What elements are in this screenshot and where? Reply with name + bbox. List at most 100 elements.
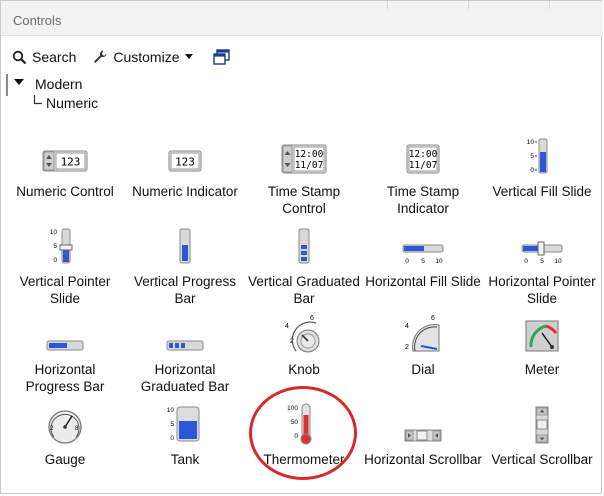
svg-text:0: 0 [530, 167, 534, 174]
palette-item-knob[interactable]: 2 4 6 Knob [245, 313, 363, 378]
meter-icon [525, 320, 559, 352]
svg-text:123: 123 [61, 156, 81, 169]
svg-text:5: 5 [170, 421, 174, 428]
tank-icon: 10 5 0 [167, 406, 200, 442]
horizontal-pointer-slide-icon: 0 5 10 [521, 241, 563, 265]
svg-text:10: 10 [554, 258, 562, 265]
svg-text:4: 4 [285, 323, 289, 330]
horizontal-scrollbar-icon [404, 429, 442, 442]
palette-item-vertical-graduated-bar[interactable]: Vertical Graduated Bar [245, 225, 363, 307]
svg-text:10: 10 [50, 229, 58, 236]
horizontal-fill-slide-icon: 0 5 10 [402, 244, 444, 265]
palette-item-label: Horizontal Graduated Bar [140, 362, 230, 394]
title-bar: Controls [1, 1, 603, 36]
palette-item-label: Thermometer [263, 452, 345, 467]
palette-item-vertical-scrollbar[interactable]: Vertical Scrollbar [483, 403, 601, 468]
knob-icon: 2 4 6 [285, 315, 320, 353]
svg-text:5: 5 [530, 153, 534, 160]
vertical-fill-slide-icon: 10 5 0 [527, 138, 548, 174]
time-stamp-control-icon: 12:00 11/07 [281, 144, 327, 174]
time-stamp-indicator-icon: 12:00 11/07 [406, 144, 440, 174]
palette-item-vertical-pointer-slide[interactable]: 10 5 0 Vertical Pointer Slide [6, 225, 124, 307]
customize-button[interactable]: Customize [86, 45, 198, 69]
palette-item-label: Time Stamp Control [267, 184, 341, 216]
svg-text:12:00: 12:00 [295, 149, 324, 160]
palette-item-dial[interactable]: 2 4 6 Dial [364, 313, 482, 378]
svg-text:5: 5 [421, 258, 425, 265]
numeric-control-icon: 123 [42, 150, 88, 172]
svg-text:6: 6 [310, 315, 314, 322]
palette-item-numeric-control[interactable]: 123 Numeric Control [6, 135, 124, 200]
vertical-graduated-bar-icon [298, 228, 310, 264]
svg-text:0: 0 [405, 258, 409, 265]
collapse-arrow-icon [14, 79, 24, 85]
svg-text:10: 10 [167, 407, 175, 414]
numeric-indicator-icon: 123 [168, 150, 202, 172]
palette-item-gauge[interactable]: 2 8 Gauge [6, 403, 124, 468]
svg-text:0: 0 [524, 258, 528, 265]
palette-item-label: Numeric Control [16, 184, 114, 199]
horizontal-graduated-bar-icon [166, 340, 204, 351]
palette-item-horizontal-pointer-slide[interactable]: 0 5 10 Horizontal Pointer Slide [483, 225, 601, 307]
palette-item-label: Horizontal Pointer Slide [488, 274, 596, 306]
gauge-icon: 2 8 [48, 410, 82, 444]
palette-item-numeric-indicator[interactable]: 123 Numeric Indicator [126, 135, 244, 200]
palette-item-label: Vertical Scrollbar [491, 452, 593, 467]
palette-item-meter[interactable]: Meter [483, 313, 601, 378]
palette-toolbar: Search Customize [0, 44, 237, 70]
svg-text:6: 6 [431, 315, 435, 322]
title-bar-divider [468, 1, 469, 9]
palette-item-label: Vertical Graduated Bar [248, 274, 360, 306]
palette-item-label: Vertical Fill Slide [492, 184, 592, 199]
tree-indent-bar [6, 74, 8, 96]
palette-item-label: Vertical Pointer Slide [19, 274, 111, 306]
search-label: Search [32, 49, 77, 65]
svg-text:100: 100 [287, 405, 298, 412]
palette-item-label: Horizontal Fill Slide [365, 274, 481, 289]
palette-item-time-stamp-control[interactable]: 12:00 11/07 Time Stamp Control [245, 135, 363, 217]
wrench-icon [92, 49, 108, 65]
palette-item-horizontal-progress-bar[interactable]: Horizontal Progress Bar [6, 313, 124, 395]
svg-text:4: 4 [405, 323, 409, 330]
palette-item-label: Vertical Progress Bar [133, 274, 237, 306]
vertical-progress-bar-icon [179, 228, 191, 264]
palette-item-label: Dial [411, 362, 435, 377]
svg-text:12:00: 12:00 [409, 149, 438, 160]
palette-item-label: Time Stamp Indicator [386, 184, 460, 216]
tree-node-numeric[interactable]: Numeric [33, 95, 98, 111]
tree-node-label: Modern [35, 76, 83, 92]
view-palette-button[interactable] [207, 45, 237, 69]
palette-item-horizontal-scrollbar[interactable]: Horizontal Scrollbar [364, 403, 482, 468]
palette-item-horizontal-graduated-bar[interactable]: Horizontal Graduated Bar [126, 313, 244, 395]
tree-node-label: Numeric [46, 95, 99, 111]
svg-text:50: 50 [291, 419, 299, 426]
svg-text:123: 123 [175, 156, 195, 169]
svg-text:10: 10 [435, 258, 443, 265]
palette-item-thermometer[interactable]: 100 50 0 Thermometer [245, 403, 363, 468]
title-bar-divider [549, 1, 550, 9]
palette-item-label: Horizontal Progress Bar [25, 362, 105, 394]
palette-item-time-stamp-indicator[interactable]: 12:00 11/07 Time Stamp Indicator [364, 135, 482, 217]
svg-text:10: 10 [527, 139, 535, 146]
search-icon [12, 50, 27, 65]
title-bar-divider [387, 1, 388, 9]
svg-text:0: 0 [170, 435, 174, 442]
customize-label: Customize [113, 49, 180, 65]
palette-item-vertical-fill-slide[interactable]: 10 5 0 Vertical Fill Slide [483, 135, 601, 200]
search-button[interactable]: Search [6, 45, 82, 69]
tree-branch-icon [33, 95, 42, 105]
svg-text:11/07: 11/07 [409, 160, 438, 171]
vertical-scrollbar-icon [535, 406, 549, 444]
palette-item-label: Horizontal Scrollbar [364, 452, 482, 467]
palette-window-icon [212, 48, 231, 66]
palette-item-label: Gauge [44, 452, 86, 467]
palette-item-tank[interactable]: 10 5 0 Tank [126, 403, 244, 468]
palette-item-horizontal-fill-slide[interactable]: 0 5 10 Horizontal Fill Slide [364, 225, 482, 290]
svg-text:11/07: 11/07 [295, 160, 324, 171]
horizontal-progress-bar-icon [46, 340, 84, 351]
vertical-pointer-slide-icon: 10 5 0 [50, 228, 73, 264]
thermometer-icon: 100 50 0 [287, 403, 312, 445]
palette-item-label: Knob [288, 362, 320, 377]
palette-item-vertical-progress-bar[interactable]: Vertical Progress Bar [126, 225, 244, 307]
tree-node-modern[interactable]: Modern [14, 76, 82, 92]
